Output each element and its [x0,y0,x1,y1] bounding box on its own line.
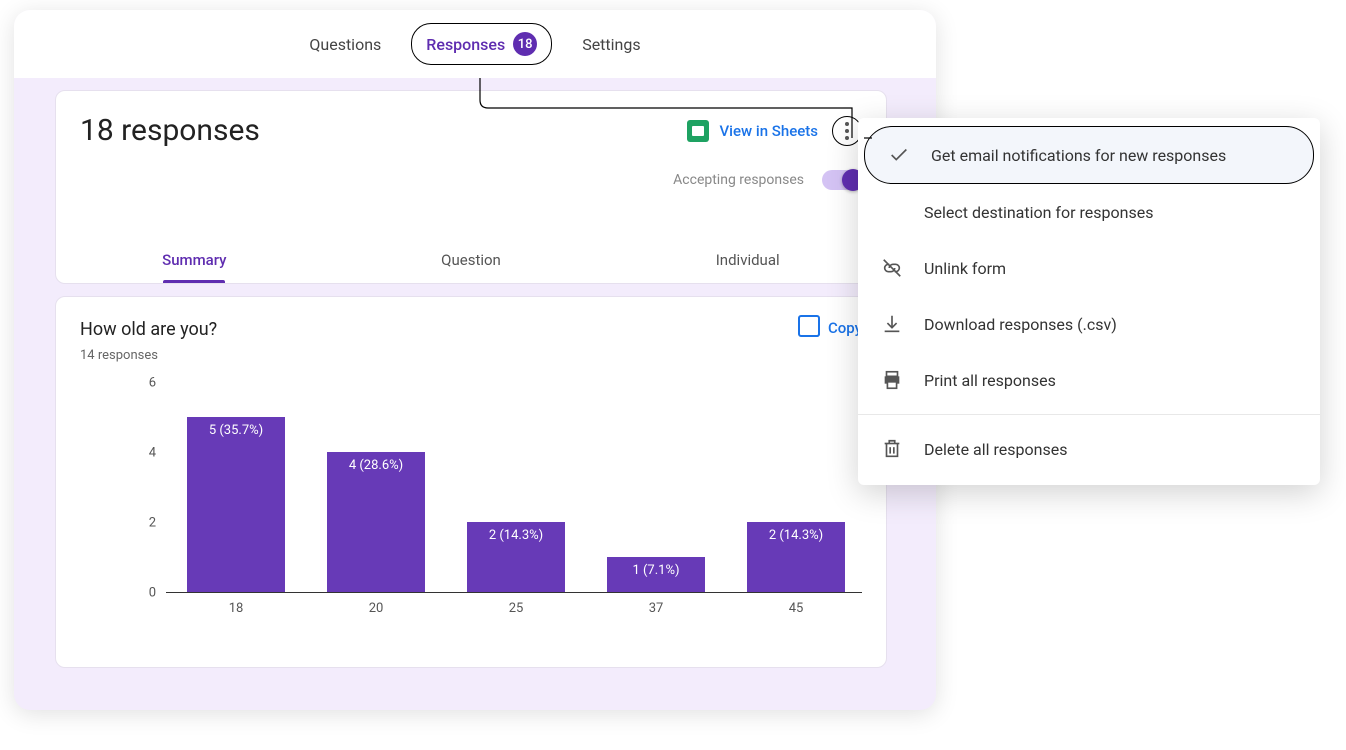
bar-chart: 0246 5 (35.7%)184 (28.6%)202 (14.3%)251 … [80,383,862,623]
menu-unlink-label: Unlink form [924,259,1006,278]
sheets-icon [687,120,709,142]
sub-tab-question[interactable]: Question [333,251,610,283]
tab-responses[interactable]: Responses 18 [411,23,552,65]
x-tick-label: 20 [306,601,446,616]
responses-summary-card: 18 responses View in Sheets Accepting re… [55,90,887,284]
x-tick-label: 45 [726,601,866,616]
y-axis: 0246 [116,383,156,593]
y-tick: 4 [149,446,156,461]
menu-print-label: Print all responses [924,371,1056,390]
view-in-sheets-label: View in Sheets [719,122,818,140]
menu-divider [858,414,1320,415]
menu-select-destination[interactable]: Select destination for responses [858,184,1320,240]
menu-unlink-form[interactable]: Unlink form [858,240,1320,296]
bar-value-label: 2 (14.3%) [747,528,845,543]
tab-questions[interactable]: Questions [299,29,391,60]
menu-email-notifications[interactable]: Get email notifications for new response… [864,126,1314,184]
menu-delete-all[interactable]: Delete all responses [858,421,1320,477]
x-tick-label: 37 [586,601,726,616]
main-tabs: Questions Responses 18 Settings [14,10,936,78]
chart-subtitle: 14 responses [80,348,217,363]
x-tick-label: 18 [166,601,306,616]
chart-bar: 5 (35.7%) [187,417,285,592]
bar-value-label: 2 (14.3%) [467,528,565,543]
chart-plot: 5 (35.7%)184 (28.6%)202 (14.3%)251 (7.1%… [166,383,862,593]
accepting-responses-toggle[interactable] [822,170,862,190]
menu-email-notifications-label: Get email notifications for new response… [931,146,1226,165]
bar-value-label: 4 (28.6%) [327,458,425,473]
menu-select-destination-label: Select destination for responses [924,203,1153,222]
question-chart-card: How old are you? 14 responses Copy 0246 … [55,296,887,668]
y-tick: 0 [149,586,156,601]
responses-sub-tabs: Summary Question Individual [56,227,886,283]
chart-title: How old are you? [80,319,217,340]
menu-download-label: Download responses (.csv) [924,315,1117,334]
chart-bar: 4 (28.6%) [327,452,425,592]
tab-responses-label: Responses [426,35,505,54]
chart-bar: 2 (14.3%) [747,522,845,592]
copy-label: Copy [828,319,862,337]
bar-value-label: 1 (7.1%) [607,563,705,578]
chart-bar: 1 (7.1%) [607,557,705,592]
view-in-sheets-button[interactable]: View in Sheets [687,120,818,142]
bar-value-label: 5 (35.7%) [187,423,285,438]
trash-icon [880,437,904,461]
x-tick-label: 25 [446,601,586,616]
sub-tab-summary[interactable]: Summary [56,251,333,283]
responses-count-badge: 18 [513,32,537,56]
responses-options-menu: Get email notifications for new response… [858,118,1320,485]
check-icon [887,143,911,167]
menu-delete-label: Delete all responses [924,440,1067,459]
chart-bar: 2 (14.3%) [467,522,565,592]
copy-chart-button[interactable]: Copy [802,319,862,337]
download-icon [880,312,904,336]
menu-print-all[interactable]: Print all responses [858,352,1320,408]
copy-icon [802,319,820,337]
y-tick: 2 [149,516,156,531]
sub-tab-individual[interactable]: Individual [609,251,886,283]
blank-icon [880,200,904,224]
accepting-responses-label: Accepting responses [673,172,804,188]
responses-title: 18 responses [80,113,260,148]
y-tick: 6 [149,376,156,391]
tab-settings[interactable]: Settings [572,29,650,60]
menu-download-csv[interactable]: Download responses (.csv) [858,296,1320,352]
unlink-icon [880,256,904,280]
print-icon [880,368,904,392]
